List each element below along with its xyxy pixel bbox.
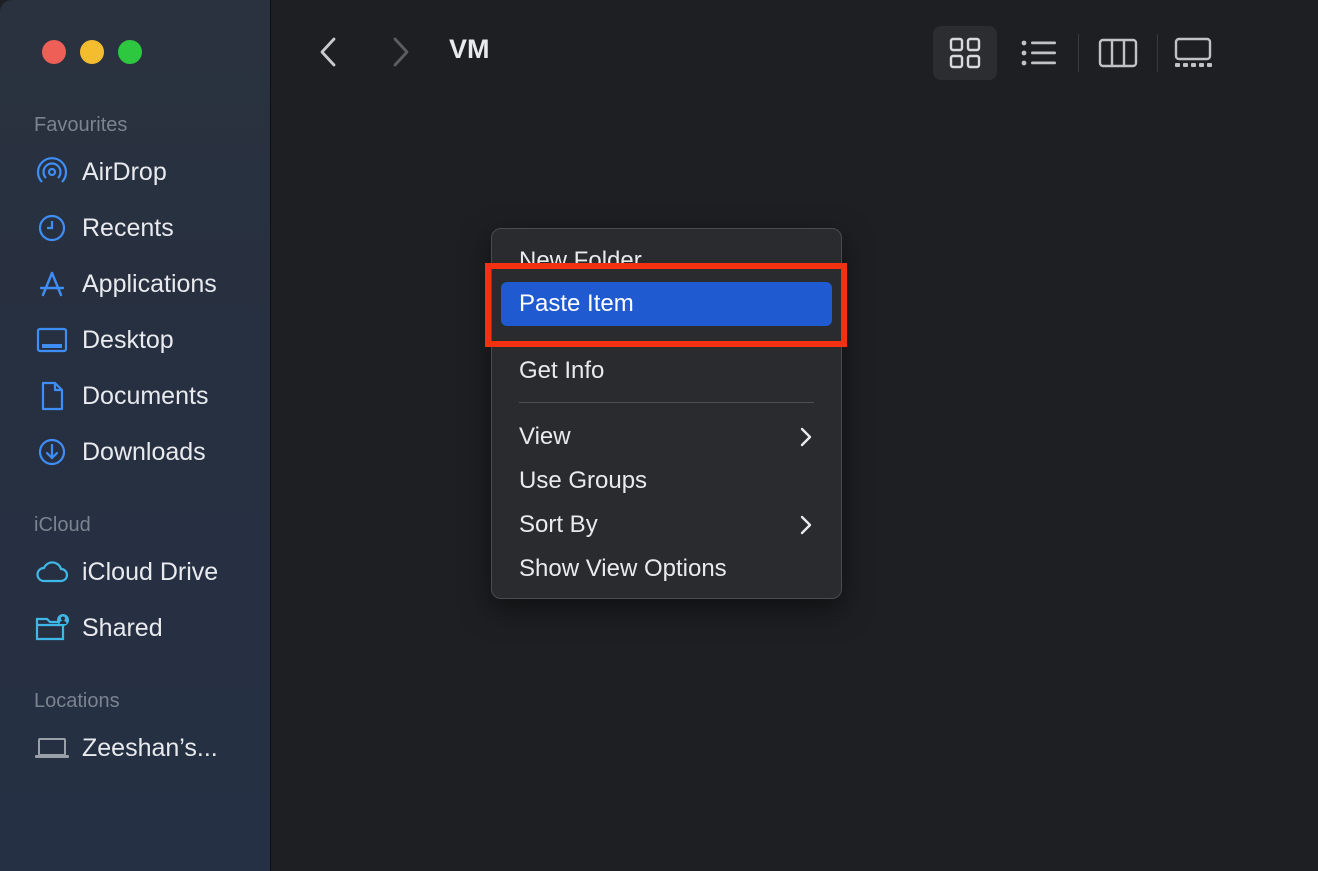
document-icon: [34, 380, 70, 412]
sidebar-item-icloud-drive[interactable]: iCloud Drive: [34, 552, 264, 592]
airdrop-icon: [34, 156, 70, 188]
sidebar-section-favourites: Favourites: [34, 114, 128, 136]
desktop-icon: [34, 324, 70, 356]
chevron-right-icon: [800, 427, 812, 447]
gallery-icon: [1174, 37, 1212, 67]
clock-icon: [34, 212, 70, 244]
sidebar-item-label: Applications: [82, 269, 217, 298]
sidebar-item-desktop[interactable]: Desktop: [34, 320, 264, 360]
sidebar-item-label: Recents: [82, 213, 174, 242]
sidebar-section-icloud: iCloud: [34, 514, 91, 536]
sidebar-item-label: iCloud Drive: [82, 557, 219, 586]
sidebar-item-airdrop[interactable]: AirDrop: [34, 152, 264, 192]
sidebar-item-downloads[interactable]: Downloads: [34, 432, 264, 472]
menu-item-show-view-options[interactable]: Show View Options: [519, 555, 727, 583]
sidebar-item-label: Zeeshan’s...: [82, 733, 218, 762]
column-view-button[interactable]: [1086, 26, 1150, 80]
finder-window: Favourites AirDrop Recents Applications …: [0, 0, 1318, 871]
annotation-highlight-box: [485, 263, 847, 347]
window-controls: [42, 40, 142, 64]
zoom-window-button[interactable]: [118, 40, 142, 64]
back-button[interactable]: [313, 34, 343, 70]
sidebar-item-documents[interactable]: Documents: [34, 376, 264, 416]
cloud-icon: [34, 556, 70, 588]
sidebar-item-recents[interactable]: Recents: [34, 208, 264, 248]
list-view-button[interactable]: [1007, 26, 1071, 80]
columns-icon: [1098, 38, 1138, 68]
shared-folder-icon: [34, 612, 70, 644]
sidebar-item-applications[interactable]: Applications: [34, 264, 264, 304]
minimize-window-button[interactable]: [80, 40, 104, 64]
chevron-right-icon: [800, 515, 812, 535]
gallery-view-button[interactable]: [1161, 26, 1225, 80]
menu-item-view[interactable]: View: [519, 423, 571, 451]
icon-view-button[interactable]: [933, 26, 997, 80]
menu-item-get-info[interactable]: Get Info: [519, 357, 604, 385]
menu-separator: [519, 402, 814, 403]
menu-item-sort-by[interactable]: Sort By: [519, 511, 598, 539]
grid-icon: [949, 37, 981, 69]
laptop-icon: [34, 732, 70, 764]
chevron-left-icon: [320, 37, 336, 67]
download-icon: [34, 436, 70, 468]
sidebar-item-label: AirDrop: [82, 157, 167, 186]
menu-item-use-groups[interactable]: Use Groups: [519, 467, 647, 495]
forward-button[interactable]: [386, 34, 416, 70]
toolbar-divider: [1078, 34, 1079, 72]
chevron-right-icon: [393, 37, 409, 67]
toolbar-divider: [1157, 34, 1158, 72]
close-window-button[interactable]: [42, 40, 66, 64]
sidebar-item-label: Downloads: [82, 437, 206, 466]
sidebar-item-label: Desktop: [82, 325, 174, 354]
sidebar-item-label: Shared: [82, 613, 163, 642]
sidebar-item-shared[interactable]: Shared: [34, 608, 264, 648]
sidebar: Favourites AirDrop Recents Applications …: [0, 0, 271, 871]
sidebar-item-label: Documents: [82, 381, 209, 410]
sidebar-item-computer[interactable]: Zeeshan’s...: [34, 728, 264, 768]
folder-title: VM: [449, 34, 490, 64]
list-icon: [1021, 40, 1056, 66]
sidebar-section-locations: Locations: [34, 690, 120, 712]
applications-icon: [34, 268, 70, 300]
